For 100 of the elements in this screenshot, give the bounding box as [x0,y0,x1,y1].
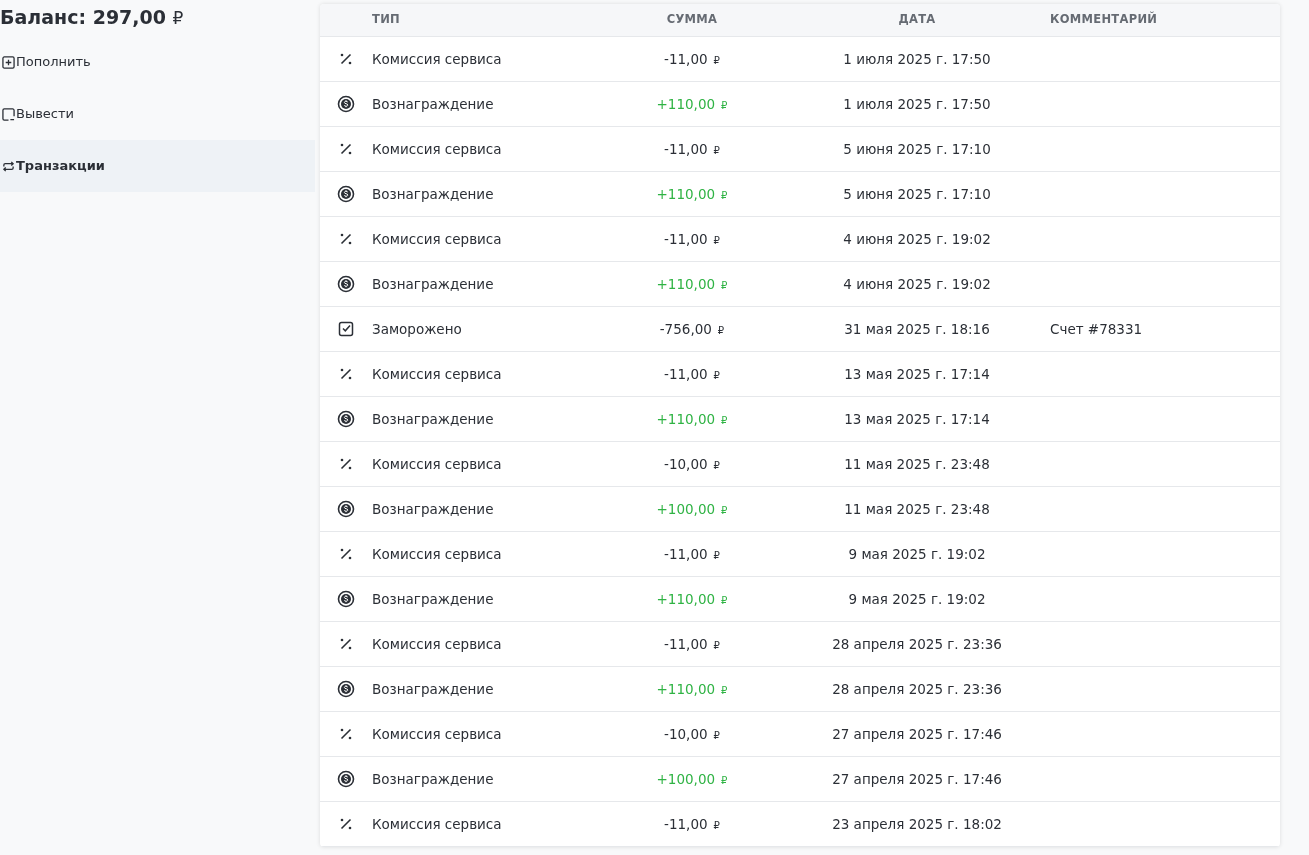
type-text: Комиссия сервиса [372,815,502,832]
currency-sign: ₽ [713,369,720,381]
amount-text: -11,00 [664,365,708,382]
date-text: 28 апреля 2025 г. 23:36 [832,635,1002,652]
date-text: 11 мая 2025 г. 23:48 [844,500,990,517]
dollar-coin-icon [337,275,355,293]
type-text: Комиссия сервиса [372,455,502,472]
dollar-coin-icon [337,500,355,518]
type-text: Вознаграждение [372,185,494,202]
date-text: 9 мая 2025 г. 19:02 [848,590,986,607]
currency-sign: ₽ [713,549,720,561]
amount-text: -10,00 [664,725,708,742]
dollar-coin-icon [337,680,355,698]
column-header: ДАТА [898,12,936,27]
date-text: 13 мая 2025 г. 17:14 [844,365,990,382]
currency-sign: ₽ [713,639,720,651]
type-text: Вознаграждение [372,95,494,112]
amount-text: -11,00 [664,815,708,832]
comment-text: Счет #78331 [1050,320,1143,337]
amount-text: -11,00 [664,230,708,247]
column-header: СУММА [666,12,718,27]
amount-text: +110,00 [656,95,716,112]
currency-sign: ₽ [713,729,720,741]
currency-sign: ₽ [721,189,728,201]
type-text: Вознаграждение [372,770,494,787]
balance-label: Баланс: [0,6,87,28]
amount-text: +110,00 [656,275,716,292]
amount-text: -11,00 [664,50,708,67]
currency-sign: ₽ [713,54,720,66]
dollar-coin-icon [337,590,355,608]
type-text: Вознаграждение [372,410,494,427]
percent-icon [339,817,353,831]
amount-text: +100,00 [656,770,716,787]
date-text: 1 июля 2025 г. 17:50 [843,95,991,112]
dollar-coin-icon [337,770,355,788]
currency-sign: ₽ [721,504,728,516]
type-text: Вознаграждение [372,275,494,292]
currency-sign: ₽ [721,279,728,291]
date-text: 13 мая 2025 г. 17:14 [844,410,990,427]
type-text: Вознаграждение [372,590,494,607]
currency-sign: ₽ [713,234,720,246]
column-header: ТИП [372,12,400,27]
column-header: КОММЕНТАРИЙ [1050,12,1158,27]
percent-icon [339,547,353,561]
type-text: Комиссия сервиса [372,545,502,562]
date-text: 9 мая 2025 г. 19:02 [848,545,986,562]
date-text: 28 апреля 2025 г. 23:36 [832,680,1002,697]
currency-sign: ₽ [721,684,728,696]
date-text: 5 июня 2025 г. 17:10 [843,140,991,157]
date-text: 5 июня 2025 г. 17:10 [843,185,991,202]
currency-sign: ₽ [721,414,728,426]
percent-icon [339,637,353,651]
type-text: Вознаграждение [372,500,494,517]
amount-text: -11,00 [664,635,708,652]
amount-text: +100,00 [656,500,716,517]
checkbox-icon [338,321,354,337]
balance-amount: 297,00 [92,6,166,28]
percent-icon [339,52,353,66]
menu-item[interactable]: Пополнить [0,36,315,88]
currency-sign: ₽ [713,459,720,471]
date-text: 11 мая 2025 г. 23:48 [844,455,990,472]
type-text: Комиссия сервиса [372,230,502,247]
date-text: 27 апреля 2025 г. 17:46 [832,770,1002,787]
currency-sign: ₽ [172,8,184,28]
dollar-coin-icon [337,185,355,203]
dollar-coin-icon [337,95,355,113]
currency-sign: ₽ [721,774,728,786]
amount-text: -10,00 [664,455,708,472]
currency-sign: ₽ [717,324,725,336]
type-text: Комиссия сервиса [372,635,502,652]
type-text: Комиссия сервиса [372,50,502,67]
exchange-icon [2,159,15,173]
percent-icon [339,367,353,381]
date-text: 27 апреля 2025 г. 17:46 [832,725,1002,742]
menu-item[interactable]: Вывести [0,88,315,140]
currency-sign: ₽ [713,144,720,156]
type-text: Вознаграждение [372,680,494,697]
amount-text: +110,00 [656,410,716,427]
date-text: 4 июня 2025 г. 19:02 [843,275,991,292]
dollar-coin-icon [337,410,355,428]
card-icon [2,107,15,121]
currency-sign: ₽ [713,819,720,831]
percent-icon [339,727,353,741]
type-text: Комиссия сервиса [372,140,502,157]
amount-text: -11,00 [664,140,708,157]
type-text: Комиссия сервиса [372,725,502,742]
type-text: Заморожено [372,320,462,337]
date-text: 31 мая 2025 г. 18:16 [844,320,990,337]
date-text: 4 июня 2025 г. 19:02 [843,230,991,247]
date-text: 1 июля 2025 г. 17:50 [843,50,991,67]
percent-icon [339,457,353,471]
date-text: 23 апреля 2025 г. 18:02 [832,815,1002,832]
currency-sign: ₽ [721,99,728,111]
menu-item[interactable]: Транзакции [0,140,315,192]
amount-text: -11,00 [664,545,708,562]
type-text: Комиссия сервиса [372,365,502,382]
amount-text: -756,00 [659,320,712,337]
percent-icon [339,142,353,156]
percent-icon [339,232,353,246]
amount-text: +110,00 [656,680,716,697]
